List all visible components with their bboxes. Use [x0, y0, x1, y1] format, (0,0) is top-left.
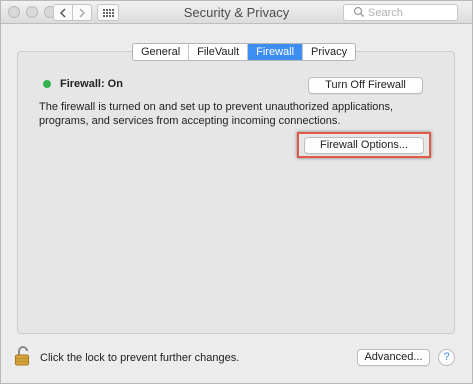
firewall-options-button[interactable]: Firewall Options... — [304, 137, 424, 154]
title-bar: Security & Privacy Search — [1, 1, 472, 24]
tab-firewall[interactable]: Firewall — [248, 44, 304, 60]
firewall-status-label: Firewall: On — [60, 78, 123, 90]
lock-button[interactable] — [14, 345, 32, 370]
status-indicator — [43, 80, 51, 88]
tab-privacy[interactable]: Privacy — [303, 44, 355, 60]
search-icon — [353, 6, 364, 17]
advanced-button[interactable]: Advanced... — [357, 349, 430, 366]
firewall-description: The firewall is turned on and set up to … — [39, 101, 394, 127]
turn-off-firewall-button[interactable]: Turn Off Firewall — [308, 77, 423, 94]
tab-general[interactable]: General — [133, 44, 190, 60]
search-placeholder: Search — [368, 6, 403, 19]
tab-bar: General FileVault Firewall Privacy — [132, 43, 357, 61]
tab-filevault[interactable]: FileVault — [189, 44, 249, 60]
search-field[interactable]: Search — [343, 4, 458, 21]
preferences-window: Security & Privacy Search General FileVa… — [0, 0, 473, 384]
lock-open-icon — [15, 346, 29, 366]
help-button[interactable]: ? — [438, 349, 455, 366]
lock-instructions: Click the lock to prevent further change… — [40, 352, 240, 364]
